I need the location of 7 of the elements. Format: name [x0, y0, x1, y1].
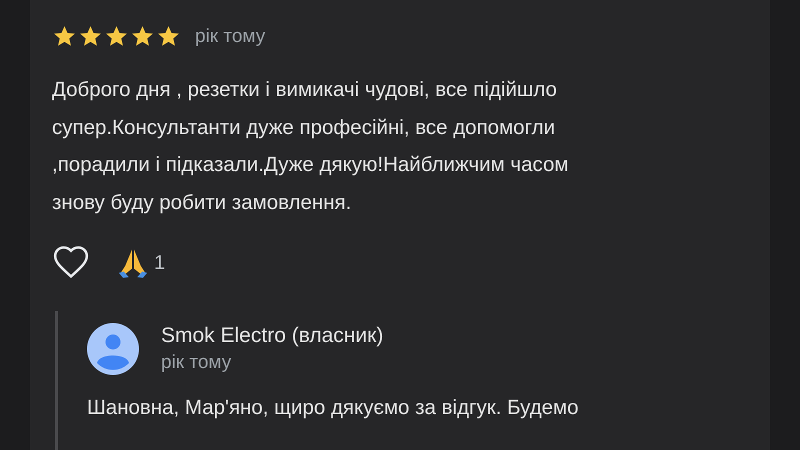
review-text: Доброго дня , резетки і вимикачі чудові, все підійшло супер.Консультанти дуже професійні, все допомогли ,порадили і підказали.Дуже дякую!Найближчим часом знову буду робити замовлення. — [52, 77, 570, 216]
avatar-icon — [87, 323, 139, 375]
owner-name: Smok Electro (власник) — [161, 324, 384, 348]
reply-text: Шановна, Мар'яно, щиро дякуємо за відгук. Будемо — [87, 395, 580, 421]
reaction-count: 1 — [154, 252, 166, 274]
review-time: рік тому — [195, 26, 266, 48]
reply-time: рік тому — [161, 352, 232, 374]
